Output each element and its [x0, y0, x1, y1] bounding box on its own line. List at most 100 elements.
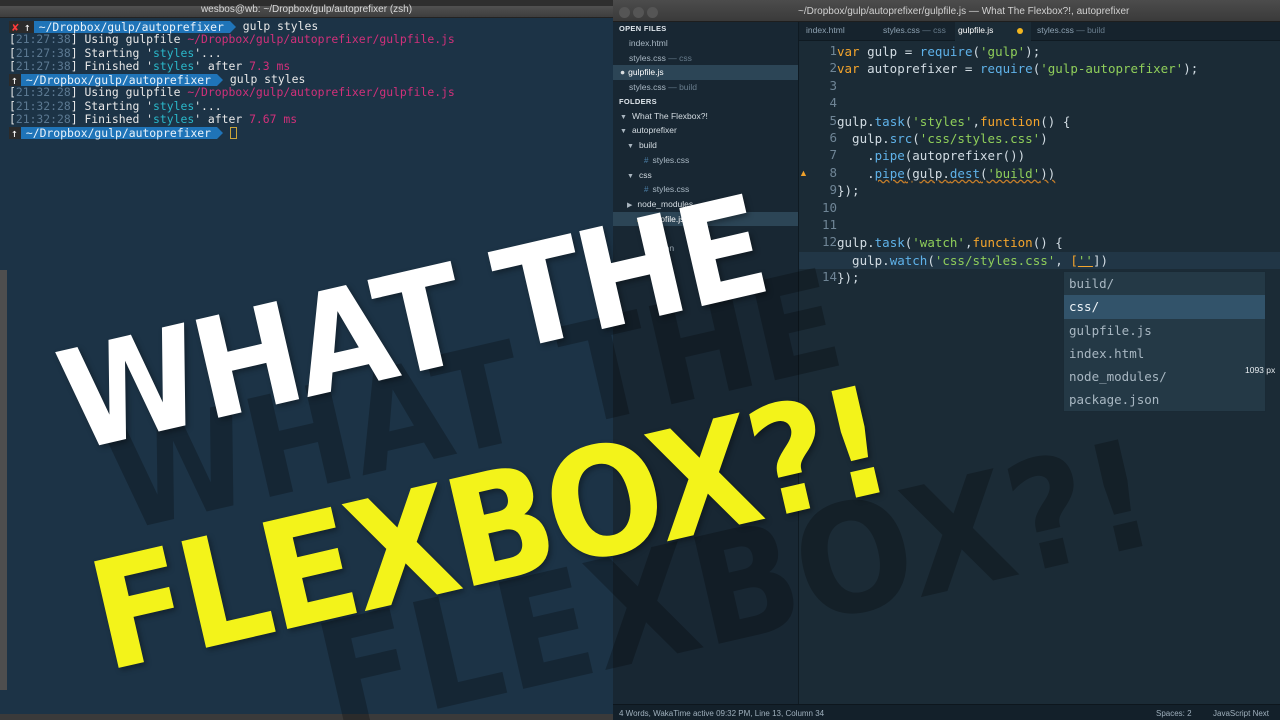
file-item[interactable]: # styles.css	[613, 182, 798, 197]
open-file-label: styles.css	[629, 82, 666, 93]
log-text: Finished	[84, 58, 140, 73]
line-number: 3	[829, 77, 837, 93]
log-text: Finished	[84, 112, 140, 127]
terminal-output-line: [21:27:38] Finished 'styles' after 7.3 m…	[9, 58, 291, 73]
prompt-path: ~/Dropbox/gulp/autoprefixer	[20, 126, 218, 140]
terminal-output-line: [21:32:28] Starting 'styles'...	[9, 98, 222, 113]
terminal-title: wesbos@wb: ~/Dropbox/gulp/autoprefixer (…	[200, 4, 413, 15]
code-line: var gulp = require('gulp');	[837, 44, 1041, 59]
terminal-command: gulp styles	[229, 72, 306, 87]
zoom-window-icon[interactable]	[647, 7, 658, 18]
disclosure-triangle-icon[interactable]: ▼	[620, 114, 627, 121]
autocomplete-item-selected[interactable]: css/	[1064, 295, 1265, 319]
terminal-prompt-line: ↑ ~/Dropbox/gulp/autoprefixer gulp styles	[9, 73, 605, 86]
tab-styles-css[interactable]: styles.css — css	[883, 22, 955, 41]
unsaved-dot-icon[interactable]	[1017, 28, 1023, 34]
log-text: Starting	[84, 45, 140, 60]
folder-item[interactable]: ▼ css	[613, 168, 798, 183]
file-sidebar: OPEN FILES index.html styles.css — css ●…	[613, 22, 799, 704]
disclosure-triangle-icon[interactable]: ▶	[627, 202, 632, 209]
log-task-name: styles	[153, 112, 195, 127]
code-line: .pipe(autoprefixer())	[837, 148, 1026, 164]
syntax-selector[interactable]: JavaScript Next	[1213, 709, 1269, 718]
log-timestamp: 21:32:28	[15, 85, 71, 100]
editor-titlebar: ~/Dropbox/gulp/autoprefixer/gulpfile.js …	[613, 0, 1280, 22]
tab-label: index.html	[806, 25, 845, 35]
css-file-icon: #	[644, 155, 649, 165]
folder-label: build	[638, 140, 657, 151]
prompt-arrow-icon	[217, 73, 224, 86]
disclosure-triangle-icon[interactable]: ▼	[627, 173, 634, 180]
file-item[interactable]: pajson	[613, 241, 798, 256]
editor-window: ~/Dropbox/gulp/autoprefixer/gulpfile.js …	[613, 0, 1280, 720]
window-controls	[619, 5, 661, 23]
tab-folder-hint: — css	[919, 25, 946, 35]
editor-title: ~/Dropbox/gulp/autoprefixer/gulpfile.js …	[798, 6, 1130, 17]
warning-icon[interactable]: ▲	[799, 168, 808, 178]
folder-label: What The Flexbox?!	[631, 110, 708, 121]
file-item-active[interactable]: JS gulpfile.js	[613, 211, 798, 227]
prompt-arrow-icon	[229, 20, 236, 33]
tab-styles-css-build[interactable]: styles.css — build	[1037, 22, 1137, 41]
file-label: styles.css	[652, 154, 690, 165]
terminal-prompt-line: ✘ ↑ ~/Dropbox/gulp/autoprefixer gulp style…	[9, 19, 605, 33]
code-line: gulp.src('css/styles.css')	[837, 131, 1048, 146]
terminal-output-line: [21:27:38] Starting 'styles'...	[9, 45, 222, 60]
log-timestamp: 21:27:38	[15, 45, 71, 60]
arrow-up-icon: ↑	[21, 20, 34, 33]
log-timestamp: 21:32:28	[15, 98, 71, 113]
file-item[interactable]: # styles.css	[613, 153, 798, 168]
terminal-cursor[interactable]	[229, 126, 237, 139]
terminal-output[interactable]: ✘ ↑ ~/Dropbox/gulp/autoprefixer gulp style…	[0, 18, 613, 140]
tab-label: styles.css	[1037, 25, 1074, 35]
folders-header: FOLDERS	[619, 96, 657, 106]
autocomplete-item[interactable]: package.json	[1064, 388, 1265, 411]
terminal-prompt-line: ↑ ~/Dropbox/gulp/autoprefixer	[9, 126, 605, 140]
prompt-path: ~/Dropbox/gulp/autoprefixer	[33, 20, 230, 33]
close-window-icon[interactable]	[619, 7, 630, 18]
log-task-name: styles	[153, 98, 195, 113]
tab-folder-hint: — build	[1073, 25, 1106, 35]
line-number: 6	[829, 130, 837, 145]
open-file-folder-hint: — css	[665, 52, 692, 63]
terminal-output-line: [21:27:38] Using gulpfile ~/Dropbox/gulp…	[9, 32, 455, 47]
open-file-item[interactable]: styles.css — build	[613, 80, 798, 95]
code-line-with-warning: .pipe(gulp.dest('build'))	[837, 165, 1056, 181]
file-label: styles.css	[652, 184, 690, 195]
js-file-icon: JS	[637, 216, 645, 224]
line-number: 5	[829, 112, 837, 128]
arrow-up-icon: ↑	[9, 73, 21, 86]
log-gulpfile-path: ~/Dropbox/gulp/autoprefixer/gulpfile.js	[187, 85, 455, 100]
folder-item[interactable]: ▼ autoprefixer	[613, 123, 798, 138]
disclosure-triangle-icon[interactable]: ▼	[620, 128, 627, 135]
terminal-scrollbar[interactable]	[0, 270, 7, 690]
folder-item[interactable]: ▶ node_modules	[613, 197, 798, 212]
css-file-icon: #	[644, 185, 649, 195]
open-files-header: OPEN FILES	[619, 24, 667, 33]
open-file-item[interactable]: index.html	[613, 36, 798, 51]
folder-label: node_modules	[637, 198, 694, 209]
file-label: gulpfile.js	[648, 213, 685, 224]
code-line: var autoprefixer = require('gulp-autopre…	[837, 61, 1199, 77]
autocomplete-item[interactable]: gulpfile.js	[1064, 319, 1265, 342]
code-line: });	[837, 270, 860, 286]
terminal-command: gulp styles	[242, 19, 319, 33]
autocomplete-item[interactable]: node_modules/	[1064, 365, 1265, 388]
open-file-item[interactable]: styles.css — css	[613, 51, 798, 66]
autocomplete-item[interactable]: build/	[1064, 272, 1265, 295]
folder-item[interactable]: ▼ What The Flexbox?!	[613, 109, 798, 124]
tab-index-html[interactable]: index.html	[805, 22, 873, 41]
terminal-window: wesbos@wb: ~/Dropbox/gulp/autoprefixer (…	[0, 0, 613, 720]
folder-item[interactable]: ▼ build	[613, 138, 798, 153]
autocomplete-item[interactable]: index.html	[1064, 342, 1265, 365]
open-file-item-active[interactable]: ● gulpfile.js	[613, 65, 798, 81]
open-file-label: styles.css	[629, 52, 666, 63]
minimize-window-icon[interactable]	[633, 7, 644, 18]
line-number: 9	[829, 182, 837, 198]
log-timestamp: 21:32:28	[15, 112, 71, 127]
file-item[interactable]: in	[613, 226, 798, 241]
editor-tab-bar: index.html styles.css — css gulpfile.js …	[799, 22, 1280, 41]
disclosure-triangle-icon[interactable]: ▼	[627, 143, 634, 150]
indentation-setting[interactable]: Spaces: 2	[1156, 709, 1192, 718]
log-text: after	[207, 112, 243, 127]
